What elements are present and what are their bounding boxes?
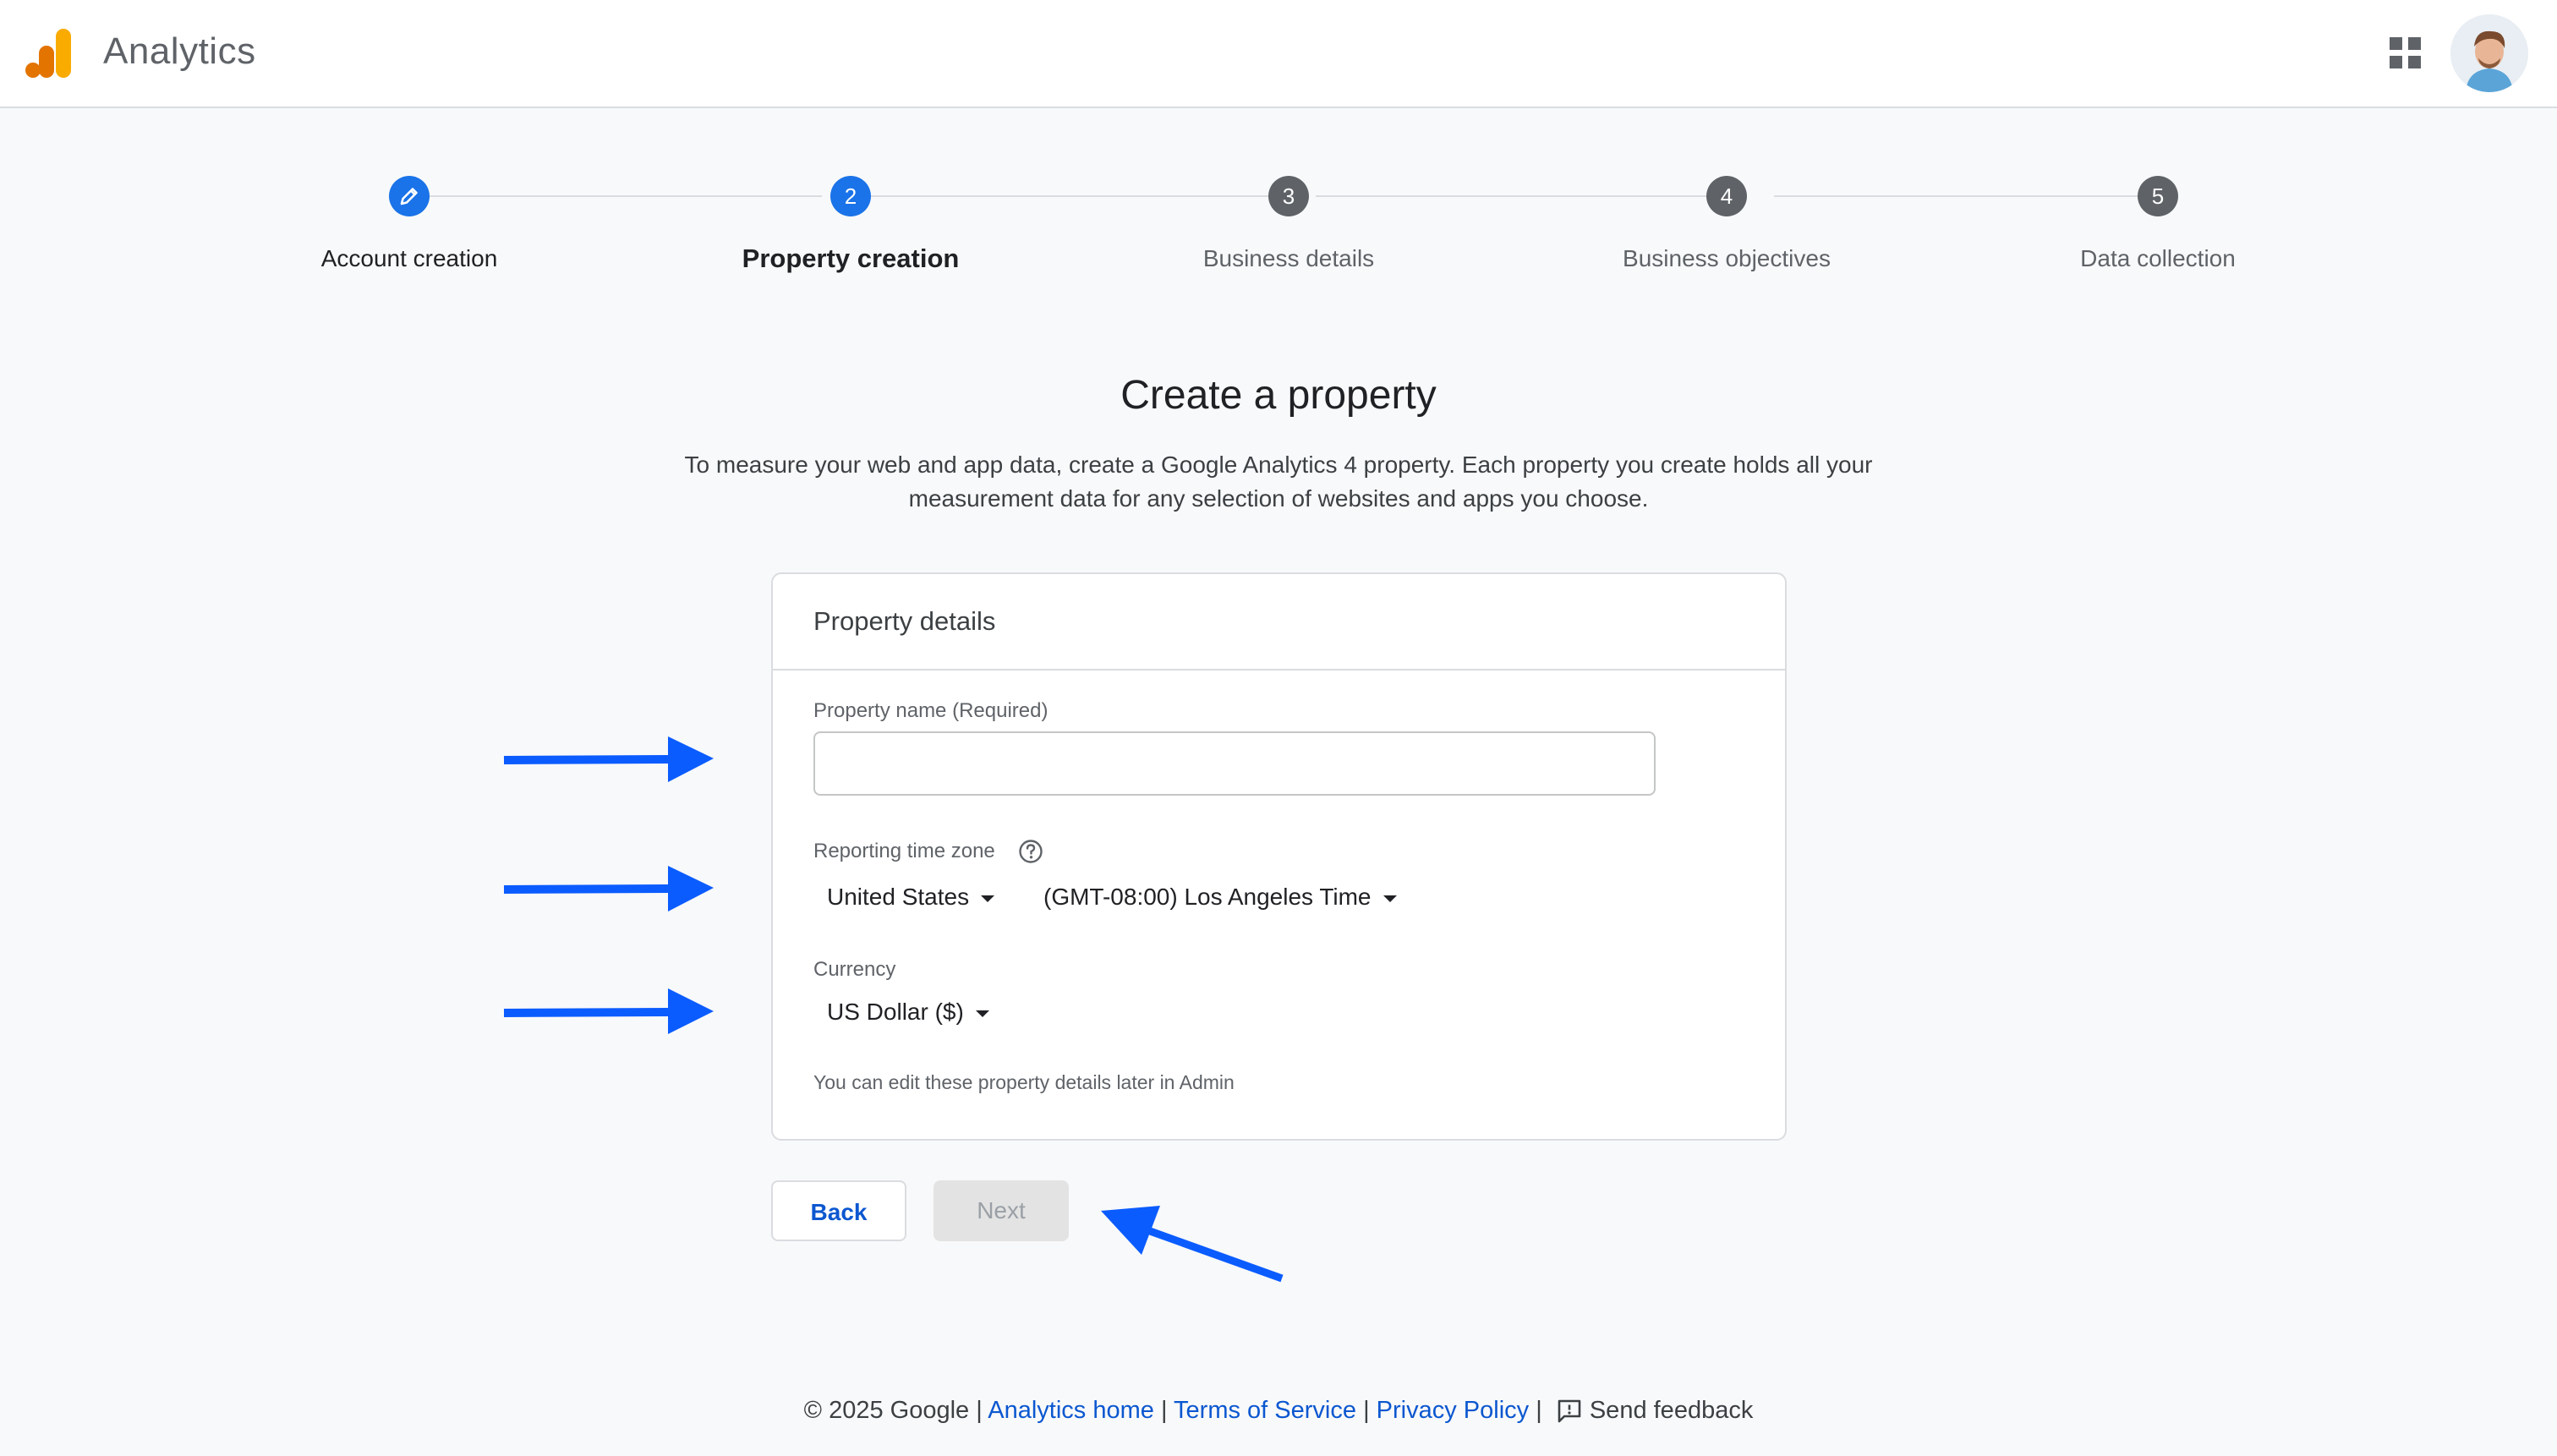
- annotation-arrow: [503, 866, 714, 911]
- send-feedback-button[interactable]: Send feedback: [1549, 1397, 1753, 1424]
- analytics-home-link[interactable]: Analytics home: [988, 1397, 1154, 1424]
- annotation-arrow: [1101, 1206, 1284, 1283]
- privacy-policy-link[interactable]: Privacy Policy: [1377, 1397, 1530, 1424]
- feedback-icon: [1558, 1400, 1581, 1423]
- terms-of-service-link[interactable]: Terms of Service: [1174, 1397, 1356, 1424]
- annotation-overlay: [503, 736, 1284, 1283]
- footer-separator: |: [1536, 1397, 1542, 1424]
- footer-separator: |: [1363, 1397, 1370, 1424]
- annotation-arrow: [503, 988, 714, 1034]
- copyright: © 2025 Google |: [803, 1397, 983, 1424]
- footer-separator: |: [1160, 1397, 1168, 1424]
- footer: © 2025 Google | Analytics home | Terms o…: [0, 1397, 2557, 1425]
- send-feedback-label: Send feedback: [1589, 1397, 1754, 1424]
- annotation-arrow: [503, 736, 714, 782]
